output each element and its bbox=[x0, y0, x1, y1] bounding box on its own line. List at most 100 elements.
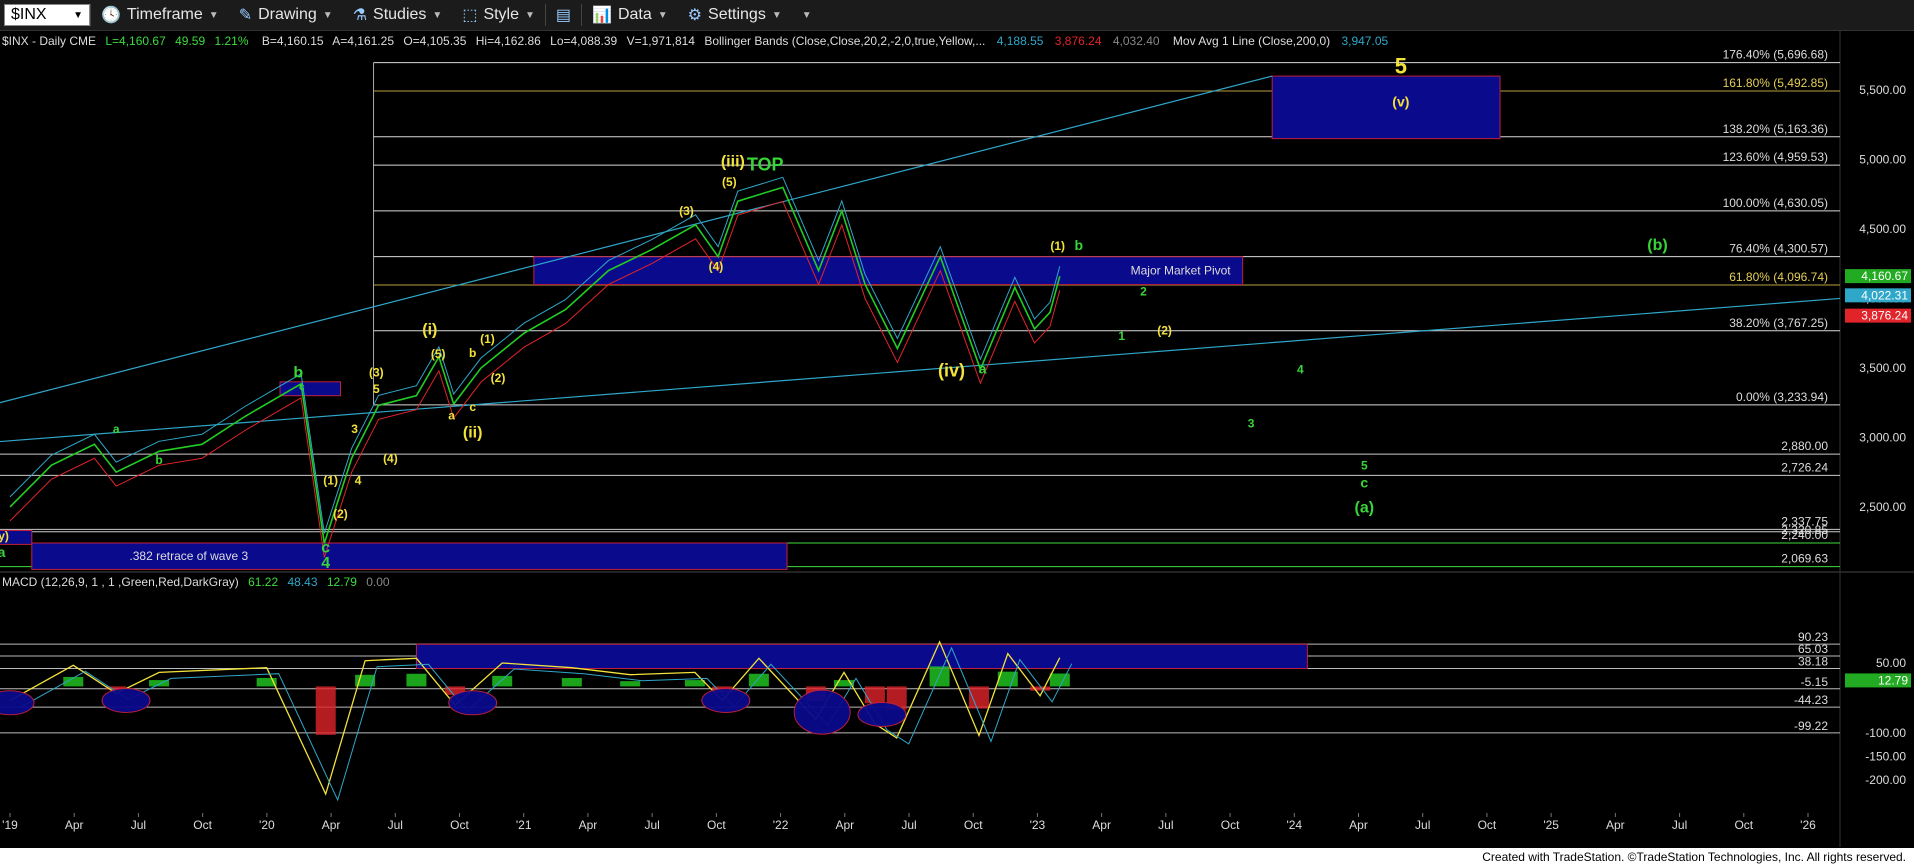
data-menu[interactable]: 📊 Data ▼ bbox=[582, 0, 678, 30]
wave-label: 5 bbox=[1395, 53, 1407, 78]
wave-label: b bbox=[469, 346, 476, 360]
chevron-down-icon: ▼ bbox=[432, 9, 443, 21]
zone-box bbox=[1271, 75, 1501, 140]
chevron-down-icon: ▼ bbox=[208, 9, 219, 21]
symbol-selector[interactable]: $INX ▼ bbox=[4, 4, 90, 26]
wave-label: (4) bbox=[383, 451, 398, 465]
time-axis-tick: Jul bbox=[1158, 818, 1173, 832]
net-change: 49.59 bbox=[175, 34, 205, 48]
wave-label: 1 bbox=[1118, 329, 1125, 343]
macd-series: 65.0338.18-5.15-44.23-99.2290.2350.00-10… bbox=[0, 630, 1911, 802]
high-price: Hi=4,162.86 bbox=[476, 34, 541, 48]
time-axis-tick: Apr bbox=[1606, 818, 1625, 832]
bollinger-mid: 4,032.40 bbox=[1113, 34, 1160, 48]
fib-level-label: 76.40% (4,300.57) bbox=[1729, 242, 1828, 256]
low-price: Lo=4,088.39 bbox=[550, 34, 617, 48]
time-axis-tick: Oct bbox=[1734, 818, 1753, 832]
fib-level-label: 161.80% (5,492.85) bbox=[1723, 76, 1828, 90]
macd-axis-tick: 50.00 bbox=[1876, 656, 1906, 670]
wave-label: (1) bbox=[480, 332, 495, 346]
style-menu[interactable]: ⬚ Style ▼ bbox=[452, 0, 545, 30]
time-axis-tick: Jul bbox=[131, 818, 146, 832]
chart-canvas[interactable]: $INX - Daily CME L=4,160.67 49.59 1.21% … bbox=[0, 31, 1914, 847]
macd-histogram-bar bbox=[620, 681, 641, 687]
macd-oversold-oval bbox=[701, 687, 751, 713]
time-axis-tick: Apr bbox=[1092, 818, 1111, 832]
macd-zone-box bbox=[415, 643, 1308, 670]
pct-change: 1.21% bbox=[214, 34, 248, 48]
fib-level-label: 38.20% (3,767.25) bbox=[1729, 316, 1828, 330]
drawing-menu[interactable]: ✎ Drawing ▼ bbox=[229, 0, 343, 30]
macd-histogram-bar bbox=[929, 666, 950, 687]
time-axis-tick: '24 bbox=[1286, 818, 1302, 832]
time-axis-tick: Apr bbox=[835, 818, 854, 832]
wave-label: (2) bbox=[1157, 324, 1172, 338]
wave-label: a bbox=[0, 544, 6, 560]
bar-chart-icon: 📊 bbox=[592, 7, 612, 24]
time-axis-tick: Apr bbox=[1349, 818, 1368, 832]
settings-label: Settings bbox=[708, 6, 766, 23]
open-price: O=4,105.35 bbox=[403, 34, 466, 48]
time-axis-tick: '26 bbox=[1800, 818, 1816, 832]
symbol-value: $INX bbox=[11, 6, 47, 23]
wave-label: (iv) bbox=[938, 360, 965, 380]
zone-box-label: .382 retrace of wave 3 bbox=[129, 549, 248, 563]
support-level-label: 2,240.00 bbox=[1781, 528, 1828, 542]
timeframe-label: Timeframe bbox=[126, 6, 203, 23]
zone-box bbox=[279, 381, 341, 397]
gear-icon: ⚙ bbox=[687, 7, 703, 24]
bollinger-label: Bollinger Bands (Close,Close,20,2,-2,0,t… bbox=[704, 34, 985, 48]
price-axis-tick: 4,500.00 bbox=[1859, 222, 1906, 236]
wave-label: c bbox=[299, 382, 305, 393]
time-axis-tick: Jul bbox=[1415, 818, 1430, 832]
wave-label: (b) bbox=[1647, 237, 1667, 254]
macd-axis-tick: -150.00 bbox=[1865, 750, 1906, 764]
time-axis-tick: Jul bbox=[644, 818, 659, 832]
wave-label: (v) bbox=[1392, 94, 1409, 110]
zone-box-label: Major Market Pivot bbox=[1131, 264, 1232, 278]
studies-menu[interactable]: ⚗ Studies ▼ bbox=[343, 0, 453, 30]
wave-label: c bbox=[1360, 474, 1368, 490]
macd-oversold-oval bbox=[793, 689, 851, 735]
time-axis-tick: '19 bbox=[2, 818, 18, 832]
time-axis-tick: Oct bbox=[1478, 818, 1497, 832]
wave-label: (iii) bbox=[721, 153, 745, 170]
macd-oversold-oval bbox=[448, 690, 498, 716]
price-axis-tick: 5,500.00 bbox=[1859, 83, 1906, 97]
wave-label: c bbox=[469, 400, 476, 414]
macd-level-label: 90.23 bbox=[1798, 630, 1828, 644]
macd-level-label: -44.23 bbox=[1794, 693, 1828, 707]
more-menu[interactable]: ▼ bbox=[792, 0, 822, 30]
wave-label: 5 bbox=[373, 382, 380, 396]
layout-button[interactable]: ▤ bbox=[546, 0, 581, 30]
macd-header: MACD (12,26,9, 1 , 1 ,Green,Red,DarkGray… bbox=[2, 575, 390, 589]
time-axis-tick: Oct bbox=[964, 818, 983, 832]
wave-label: (y) bbox=[0, 529, 9, 543]
style-icon: ⬚ bbox=[462, 7, 478, 24]
wave-label: (1) bbox=[323, 474, 338, 488]
wave-label: (2) bbox=[491, 371, 506, 385]
price-axis-tick: 2,500.00 bbox=[1859, 500, 1906, 514]
wave-label: 4 bbox=[355, 474, 362, 488]
layout-icon: ▤ bbox=[555, 7, 572, 24]
ma-label: Mov Avg 1 Line (Close,200,0) bbox=[1173, 34, 1330, 48]
macd-level-label: -5.15 bbox=[1801, 675, 1829, 689]
chevron-down-icon: ▼ bbox=[801, 9, 812, 21]
price-axis-tick: 3,500.00 bbox=[1859, 361, 1906, 375]
wave-label: (ii) bbox=[463, 424, 483, 441]
macd-histogram-bar bbox=[561, 677, 582, 687]
timeframe-menu[interactable]: 🕓 Timeframe ▼ bbox=[91, 0, 229, 30]
style-label: Style bbox=[483, 6, 520, 23]
time-axis-tick: Apr bbox=[579, 818, 598, 832]
settings-menu[interactable]: ⚙ Settings ▼ bbox=[678, 0, 792, 30]
macd-histogram-bar bbox=[684, 680, 705, 687]
wave-label: (i) bbox=[422, 322, 437, 339]
studies-label: Studies bbox=[373, 6, 427, 23]
wave-label: (4) bbox=[709, 260, 724, 274]
bid-price: B=4,160.15 bbox=[262, 34, 324, 48]
macd-value-1: 61.22 bbox=[248, 575, 278, 589]
pencil-icon: ✎ bbox=[238, 7, 253, 24]
fib-level-label: 100.00% (4,630.05) bbox=[1723, 196, 1828, 210]
wave-label: a bbox=[448, 408, 455, 422]
time-axis-tick: '23 bbox=[1030, 818, 1046, 832]
